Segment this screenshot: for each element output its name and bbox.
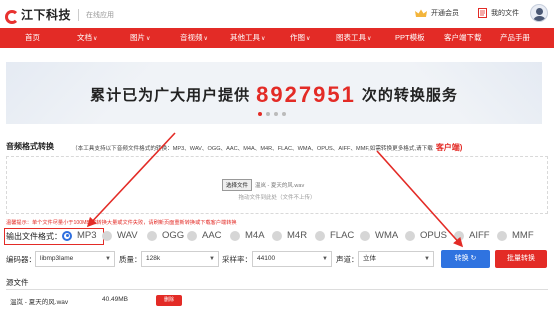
format-option-m4a[interactable]: M4A — [230, 230, 265, 241]
format-option-flac[interactable]: FLAC — [315, 230, 354, 241]
format-option-mmf[interactable]: MMF — [497, 230, 534, 241]
encoder-label: 编码器： — [6, 255, 36, 264]
format-option-wav[interactable]: WAV — [102, 230, 138, 241]
supported-formats-text: （本工具支持以下音频文件格式的转换：MP3、WAV、OGG、AAC、M4A、M4… — [72, 146, 433, 152]
nav-item-drawing[interactable]: 作图∨ — [290, 28, 310, 48]
format-option-aiff[interactable]: AIFF — [454, 230, 490, 241]
radio-checked-icon — [62, 230, 72, 241]
chevron-down-icon: ∨ — [93, 36, 98, 42]
my-files-link[interactable]: 我的文件 — [478, 8, 519, 18]
format-option-mp3[interactable]: MP3 — [62, 230, 97, 241]
section-title: 音频格式转换 — [6, 142, 54, 151]
source-files-title: 源文件 — [6, 278, 29, 287]
nav-item-documents[interactable]: 文档∨ — [77, 28, 97, 48]
format-option-m4r[interactable]: M4R — [272, 230, 307, 241]
channel-select[interactable]: 立体 ▼ — [358, 251, 434, 267]
sample-rate-label: 采样率： — [222, 255, 252, 264]
logo-divider — [78, 8, 80, 21]
carousel-dot[interactable] — [266, 112, 270, 116]
nav-item-other-tools[interactable]: 其他工具∨ — [230, 28, 265, 48]
file-name: 温岚 - 夏天的风.wav — [10, 299, 69, 306]
banner-text: 累计已为广大用户提供 8927951 次的转换服务 — [6, 80, 542, 107]
format-option-aac[interactable]: AAC — [187, 230, 222, 241]
section-description: （本工具支持以下音频文件格式的转换：MP3、WAV、OGG、AAC、M4A、M4… — [72, 142, 462, 153]
output-format-row: 输出文件格式： MP3 WAV OGG AAC M4A M4R FLAC WMA… — [4, 228, 551, 245]
carousel-dots — [258, 112, 286, 116]
quality-select[interactable]: 128k ▼ — [141, 251, 219, 267]
refresh-icon: ↻ — [470, 255, 477, 262]
nav-item-ppt-templates[interactable]: PPT模板 — [395, 28, 425, 48]
chevron-down-icon: ∨ — [367, 36, 372, 42]
vip-link[interactable]: 开通会员 — [415, 8, 459, 18]
radio-icon — [360, 230, 370, 241]
chosen-file-name: 温岚 - 夏天的风.wav — [255, 183, 305, 189]
banner-prefix: 累计已为广大用户提供 — [90, 87, 251, 104]
radio-icon — [102, 230, 112, 241]
chevron-down-icon: ▼ — [322, 256, 328, 262]
logo-subtitle: 在线应用 — [86, 11, 115, 19]
batch-convert-button[interactable]: 批量转换 — [495, 250, 547, 268]
carousel-dot[interactable] — [274, 112, 278, 116]
nav-item-manual[interactable]: 产品手册 — [500, 28, 530, 48]
logo[interactable]: 江下科技 在线应用 — [4, 6, 115, 24]
banner-count: 8927951 — [256, 82, 356, 107]
format-option-ogg[interactable]: OGG — [147, 230, 184, 241]
radio-icon — [187, 230, 197, 241]
logo-icon — [4, 8, 19, 24]
nav-item-chart-tools[interactable]: 图表工具∨ — [336, 28, 371, 48]
chevron-down-icon: ∨ — [261, 36, 266, 42]
client-download-link[interactable]: 客户端) — [436, 143, 463, 152]
format-option-wma[interactable]: WMA — [360, 230, 398, 241]
banner-suffix: 次的转换服务 — [361, 87, 458, 104]
file-drop-zone[interactable]: 选择文件 温岚 - 夏天的风.wav 拖动文件到此处（文件不上传） — [6, 156, 548, 214]
radio-icon — [272, 230, 282, 241]
warning-text: 温馨提示：单个文件尽量小于100MB,如转换大量或文件失败，请刷新页面重新转换或… — [6, 220, 237, 226]
carousel-dot[interactable] — [282, 112, 286, 116]
vip-label: 开通会员 — [431, 10, 459, 17]
radio-icon — [230, 230, 240, 241]
conversion-params-row: 编码器： libmp3lame ▼ 质量： 128k ▼ 采样率： 44100 ▼ 声… — [6, 250, 551, 268]
logo-text: 江下科技 — [21, 8, 72, 22]
choose-file-button[interactable]: 选择文件 — [222, 179, 253, 191]
output-format-label: 输出文件格式： — [6, 232, 62, 241]
radio-icon — [315, 230, 325, 241]
chevron-down-icon: ∨ — [306, 36, 311, 42]
file-row: 温岚 - 夏天的风.wav 40.49MB 删除 — [6, 290, 548, 312]
document-icon — [478, 8, 487, 18]
file-chooser: 选择文件 温岚 - 夏天的风.wav — [222, 179, 304, 191]
radio-icon — [497, 230, 507, 241]
delete-button[interactable]: 删除 — [156, 295, 182, 306]
nav-item-home[interactable]: 首页 — [25, 28, 40, 48]
drop-hint: 拖动文件到此处（文件不上传） — [238, 195, 316, 201]
chevron-down-icon: ▼ — [105, 256, 111, 262]
chevron-down-icon: ∨ — [146, 36, 151, 42]
quality-label: 质量： — [119, 255, 142, 264]
top-header: 江下科技 在线应用 开通会员 我的文件 — [0, 0, 554, 28]
radio-icon — [405, 230, 415, 241]
chevron-down-icon: ▼ — [424, 256, 430, 262]
nav-item-client-download[interactable]: 客户端下载 — [444, 28, 482, 48]
radio-icon — [454, 230, 464, 241]
format-option-opus[interactable]: OPUS — [405, 230, 447, 241]
chevron-down-icon: ▼ — [209, 256, 215, 262]
radio-icon — [147, 230, 157, 241]
encoder-select[interactable]: libmp3lame ▼ — [35, 251, 115, 267]
nav-item-audio-video[interactable]: 音视频∨ — [180, 28, 208, 48]
my-files-label: 我的文件 — [491, 10, 519, 17]
channel-label: 声道： — [336, 255, 359, 264]
carousel-dot[interactable] — [258, 112, 262, 116]
main-nav: 首页 文档∨ 图片∨ 音视频∨ 其他工具∨ 作图∨ 图表工具∨ PPT模板 客户… — [0, 28, 554, 48]
avatar[interactable] — [530, 4, 548, 22]
convert-button[interactable]: 转换 ↻ — [441, 250, 490, 268]
crown-icon — [415, 9, 427, 17]
chevron-down-icon: ∨ — [203, 36, 208, 42]
file-size: 40.49MB — [102, 296, 129, 303]
nav-item-images[interactable]: 图片∨ — [130, 28, 150, 48]
sample-rate-select[interactable]: 44100 ▼ — [252, 251, 332, 267]
